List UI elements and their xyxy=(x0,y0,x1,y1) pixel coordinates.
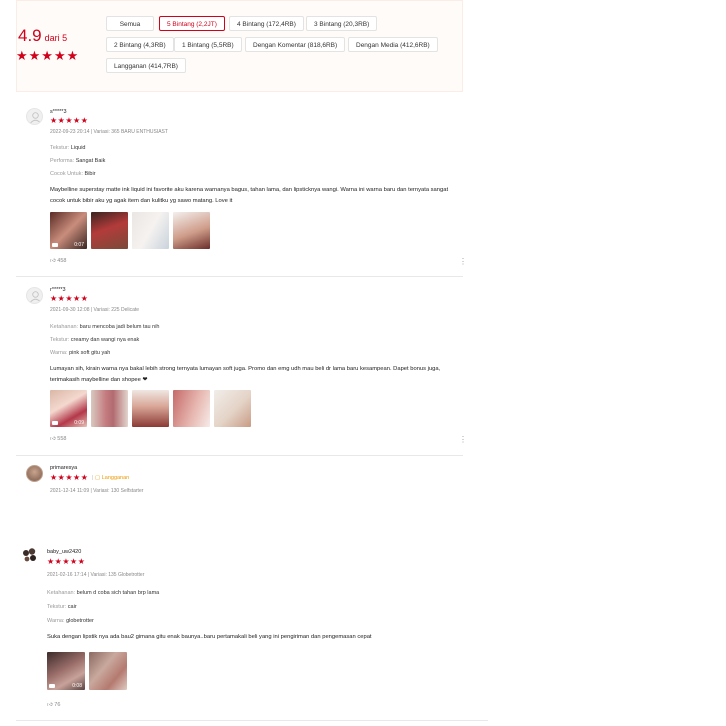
review-photo-thumbnail[interactable] xyxy=(173,390,210,427)
review-stars: ★★★★★ xyxy=(47,557,86,566)
rating-score: 4.9 xyxy=(18,26,42,45)
review-meta: 2021-12-14 11:09 | Variasi: 130 Selfstar… xyxy=(50,488,144,494)
like-button[interactable]: 👍︎ 558 xyxy=(50,436,66,442)
review-media: 0:07 xyxy=(50,212,210,249)
video-camera-icon xyxy=(49,684,55,688)
reviewer-name[interactable]: baby_uw2420 xyxy=(47,549,81,555)
thumbs-up-icon: 👍︎ xyxy=(50,258,56,264)
review-divider xyxy=(16,720,488,721)
video-duration: 0:07 xyxy=(74,242,84,248)
review-meta: 2021-09-30 12:08 | Variasi: 225 Delicate xyxy=(50,307,140,313)
review-attr-durability: Ketahanan: belum d coba sich tahan brp l… xyxy=(47,590,160,596)
like-button[interactable]: 👍︎ 458 xyxy=(50,258,66,264)
video-camera-icon xyxy=(52,421,58,425)
review-video-thumbnail[interactable]: 0:08 xyxy=(47,652,85,690)
review-divider xyxy=(16,455,463,456)
video-duration: 0:08 xyxy=(72,683,82,689)
like-count: 458 xyxy=(57,258,67,264)
thumbs-up-icon: 👍︎ xyxy=(47,702,53,708)
reviewer-name[interactable]: r*****3 xyxy=(50,287,66,293)
more-vertical-icon[interactable]: ⋮ xyxy=(459,435,467,444)
reviewer-name[interactable]: primaresya xyxy=(50,465,77,471)
thumbs-up-icon: 👍︎ xyxy=(50,436,56,442)
subscription-bag-icon: ▢ xyxy=(94,475,101,481)
review-attr-texture: Tekstur: creamy dan wangi nya enak xyxy=(50,337,140,343)
subscription-badge: | ▢ Langganan xyxy=(92,475,130,481)
review-attr-durability: Ketahanan: baru mencoba jadi belum tau n… xyxy=(50,324,160,330)
review-divider xyxy=(16,276,463,277)
more-vertical-icon[interactable]: ⋮ xyxy=(459,257,467,266)
review-meta: 2022-09-23 20:14 | Variasi: 365 BARU ENT… xyxy=(50,129,168,135)
review-photo-thumbnail[interactable] xyxy=(132,212,169,249)
review-photo-thumbnail[interactable] xyxy=(214,390,251,427)
filter-all[interactable]: Semua xyxy=(106,16,154,31)
review-attr-color: Warna: globetrotter xyxy=(47,618,94,624)
user-avatar-icon[interactable] xyxy=(26,108,43,125)
rating-stars: ★★★★★ xyxy=(16,48,80,63)
review-media: 0:09 xyxy=(50,390,251,427)
filter-with-comment[interactable]: Dengan Komentar (818,6RB) xyxy=(245,37,346,52)
review-photo-thumbnail[interactable] xyxy=(132,390,169,427)
review-text: Maybelline superstay matte ink liquid in… xyxy=(50,187,449,204)
review-text: Suka dengan lipstik nya ada bau2 gimana … xyxy=(47,634,372,640)
review-attr-texture: Tekstur: Liquid xyxy=(50,145,86,151)
filter-2-stars[interactable]: 2 Bintang (4,3RB) xyxy=(106,37,174,52)
like-button[interactable]: 👍︎ 76 xyxy=(47,702,60,708)
filter-4-stars[interactable]: 4 Bintang (172,4RB) xyxy=(229,16,304,31)
review-photo-thumbnail[interactable] xyxy=(89,652,127,690)
review-attr-texture: Tekstur: cair xyxy=(47,604,77,610)
review-attr-color: Warna: pink soft gitu yah xyxy=(50,350,111,356)
user-avatar[interactable] xyxy=(26,465,43,482)
rating-out-of: dari 5 xyxy=(44,33,68,43)
review-photo-thumbnail[interactable] xyxy=(91,212,128,249)
review-media: 0:08 xyxy=(47,652,127,690)
review-stars: ★★★★★ xyxy=(50,116,89,125)
review-video-thumbnail[interactable]: 0:09 xyxy=(50,390,87,427)
review-attr-suitable: Cocok Untuk: Bibir xyxy=(50,171,96,177)
reviewer-name[interactable]: s*****3 xyxy=(50,109,67,115)
review-photo-thumbnail[interactable] xyxy=(173,212,210,249)
filter-subscription[interactable]: Langganan (414,7RB) xyxy=(106,58,186,73)
review-text: Lumayan sih, kirain warna nya bakal lebi… xyxy=(50,366,441,383)
review-attr-performance: Performa: Sangat Baik xyxy=(50,158,106,164)
review-stars: ★★★★★ xyxy=(50,473,89,482)
filter-5-stars[interactable]: 5 Bintang (2,2JT) xyxy=(159,16,225,31)
filter-with-media[interactable]: Dengan Media (412,6RB) xyxy=(348,37,438,52)
user-avatar-icon[interactable] xyxy=(26,287,43,304)
review-meta: 2021-02-16 17:14 | Variasi: 135 Globetro… xyxy=(47,572,145,578)
filter-3-stars[interactable]: 3 Bintang (20,3RB) xyxy=(306,16,378,31)
filter-1-star[interactable]: 1 Bintang (5,5RB) xyxy=(174,37,242,52)
review-video-thumbnail[interactable]: 0:07 xyxy=(50,212,87,249)
video-camera-icon xyxy=(52,243,58,247)
review-stars: ★★★★★ xyxy=(50,294,89,303)
video-duration: 0:09 xyxy=(74,420,84,426)
average-rating: 4.9 dari 5 xyxy=(18,26,67,46)
user-avatar[interactable] xyxy=(20,546,40,566)
review-photo-thumbnail[interactable] xyxy=(91,390,128,427)
like-count: 558 xyxy=(57,436,67,442)
like-count: 76 xyxy=(54,702,61,708)
